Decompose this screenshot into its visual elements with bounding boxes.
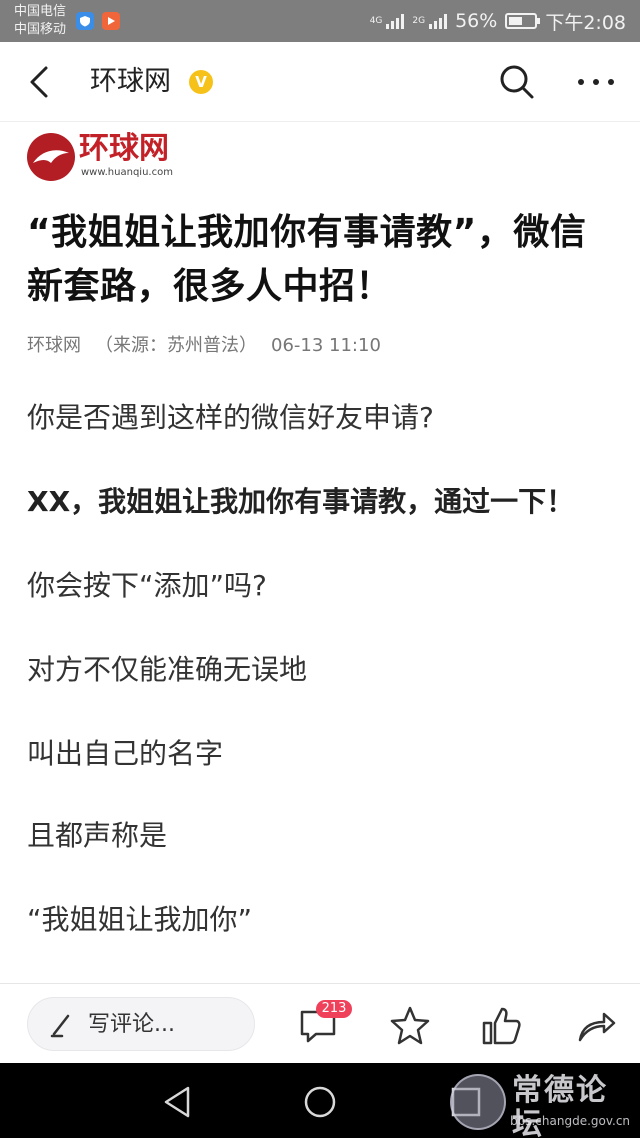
article-paragraph: 你是否遇到这样的微信好友申请? [27,401,434,434]
comment-count-badge: 213 [316,1000,352,1018]
article-action-bar: 写评论... [0,983,640,1063]
nav-back-icon [164,1086,190,1118]
article-paragraph: 且都声称是 [27,819,168,852]
pencil-icon [50,1014,70,1038]
nav-home-button[interactable] [300,1082,340,1122]
logo-url: www.huanqiu.com [81,167,173,178]
article-paragraph: XX，我姐姐让我加你有事请教，通过一下！ [27,485,575,518]
forum-watermark: 常德论坛 bbs.changde.gov.cn [446,1070,636,1138]
nav-home-icon [304,1086,336,1118]
carrier-info: 中国电信 中国移动 [14,3,66,39]
like-button[interactable] [480,1004,524,1048]
article-origin: （来源：苏州普法） [95,335,257,356]
nav-back-button[interactable] [158,1082,198,1122]
status-bar: 中国电信 中国移动 4G 2G 56% 下午2:08 [0,0,640,42]
article-paragraph: 叫出自己的名字 [27,737,224,770]
watermark-seal-icon [450,1074,506,1130]
signal-1-icon [386,13,405,29]
article-time: 06-13 11:10 [271,335,381,356]
watermark-text: 常德论坛 [512,1073,608,1138]
video-app-icon [102,12,120,30]
battery-fill [509,17,523,25]
logo-eagle-mark [27,133,75,181]
star-icon [390,1006,430,1045]
signal-2-icon [429,13,448,29]
shield-app-icon [76,12,94,30]
watermark-url: bbs.changde.gov.cn [510,1114,631,1128]
search-icon [500,65,534,99]
more-button[interactable] [574,62,618,102]
app-header: 环球网 V [0,42,640,122]
header-title[interactable]: 环球网 [90,64,171,100]
carrier-2: 中国移动 [14,22,67,37]
share-icon [578,1012,616,1042]
huanqiu-logo: 环球网 www.huanqiu.com [27,131,187,183]
article-source[interactable]: 环球网 [27,335,81,356]
more-icon [578,79,614,85]
comment-placeholder: 写评论... [88,1012,175,1037]
comment-input[interactable]: 写评论... [27,997,255,1051]
article-paragraph: 你会按下“添加”吗? [27,569,267,602]
verified-icon: V [189,70,213,94]
article-meta: 环球网 （来源：苏州普法） 06-13 11:10 [27,333,395,359]
network-2g-label: 2G [412,15,426,26]
battery-icon [505,13,541,29]
search-button[interactable] [497,62,537,102]
share-button[interactable] [574,1004,618,1048]
back-button[interactable] [22,62,62,102]
carrier-1: 中国电信 [14,4,67,19]
article-paragraph: 对方不仅能准确无误地 [27,653,308,686]
battery-percent: 56% [455,10,498,32]
article-title: “我姐姐让我加你有事请教”，微信新套路，很多人中招！ [27,212,587,307]
thumbs-up-icon [482,1007,521,1045]
favorite-button[interactable] [388,1004,432,1048]
clock: 下午2:08 [545,11,626,34]
logo-text: 环球网 [79,131,169,166]
network-4g-label: 4G [369,15,383,26]
back-icon [30,66,48,98]
article-paragraph: “我姐姐让我加你” [27,903,253,936]
